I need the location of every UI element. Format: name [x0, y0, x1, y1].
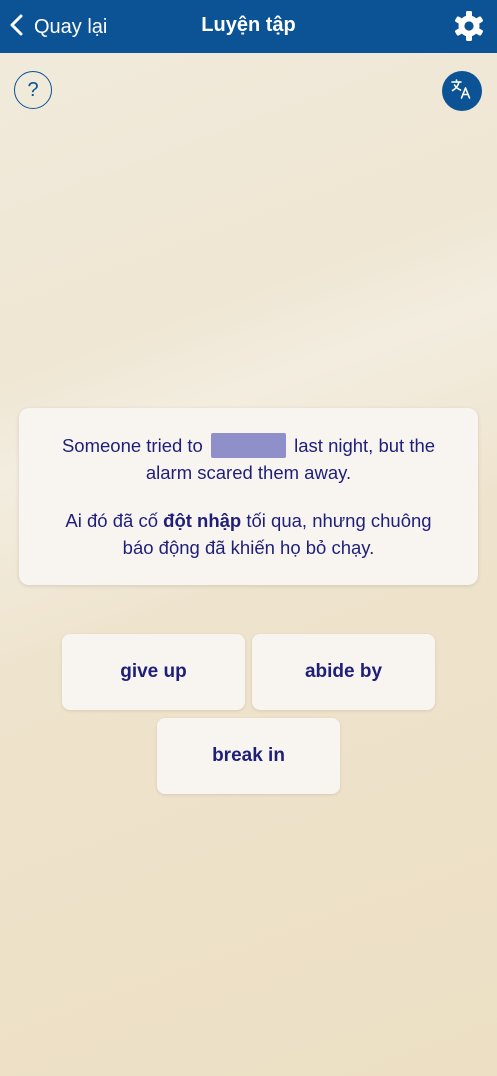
- translate-icon: [450, 77, 474, 106]
- vietnamese-translation: Ai đó đã cố đột nhập tối qua, nhưng chuô…: [49, 507, 448, 561]
- option-break-in-button[interactable]: break in: [157, 718, 340, 794]
- option-give-up-button[interactable]: give up: [62, 634, 245, 710]
- translate-button[interactable]: [442, 71, 482, 111]
- option-abide-by-button[interactable]: abide by: [252, 634, 435, 710]
- answer-blank: [211, 433, 286, 458]
- question-mark-icon: ?: [27, 78, 39, 101]
- vietnamese-highlight: đột nhập: [163, 510, 242, 531]
- page-title: Luyện tập: [201, 14, 296, 36]
- gear-icon[interactable]: [453, 10, 485, 42]
- question-card: Someone tried to last night, but the ala…: [19, 408, 478, 585]
- english-sentence-start: Someone tried to: [61, 435, 203, 456]
- english-sentence: Someone tried to last night, but the ala…: [49, 432, 448, 486]
- help-button[interactable]: ?: [14, 71, 52, 109]
- top-bar: Quay lại Luyện tập: [0, 0, 497, 53]
- vietnamese-sentence-start: Ai đó đã cố: [65, 510, 158, 531]
